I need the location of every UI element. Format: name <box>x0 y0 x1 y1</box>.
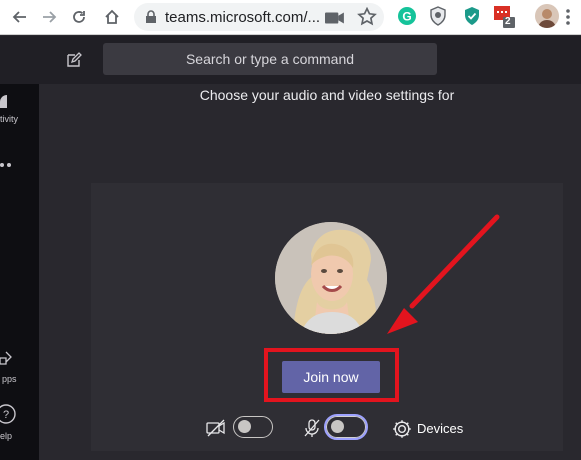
toggle-knob <box>331 420 344 433</box>
microphone-off-icon <box>304 419 320 437</box>
menu-icon[interactable] <box>566 8 570 26</box>
join-now-button[interactable]: Join now <box>282 361 380 393</box>
extension-badge: 2 <box>505 16 511 27</box>
forward-arrow-icon[interactable] <box>37 5 61 29</box>
compose-icon[interactable] <box>66 52 82 73</box>
search-input[interactable]: Search or type a command <box>103 43 437 75</box>
shield-icon[interactable] <box>428 6 448 26</box>
search-placeholder: Search or type a command <box>185 51 355 67</box>
prejoin-screen: Choose your audio and video settings for… <box>39 84 581 460</box>
apps-icon <box>0 351 12 365</box>
extension-icon[interactable]: 2 <box>494 6 515 28</box>
gear-icon[interactable] <box>391 418 413 440</box>
prejoin-title: Choose your audio and video settings for <box>199 87 455 103</box>
toggle-knob <box>238 420 251 433</box>
svg-text:?: ? <box>3 409 9 421</box>
rail-item-label: elp <box>0 431 13 441</box>
url-text: teams.microsoft.com/... <box>165 9 321 26</box>
browser-toolbar: teams.microsoft.com/... G 2 <box>0 0 581 35</box>
svg-text:G: G <box>402 10 411 24</box>
camera-off-icon <box>206 419 225 437</box>
ghostery-icon[interactable] <box>462 6 482 26</box>
back-arrow-icon[interactable] <box>8 5 32 29</box>
help-icon: ? <box>0 404 16 424</box>
home-icon[interactable] <box>100 5 124 29</box>
more-apps-icon[interactable] <box>0 160 39 170</box>
address-bar[interactable]: teams.microsoft.com/... <box>134 3 384 31</box>
rail-item-label: pps <box>2 374 17 384</box>
teams-header: Search or type a command <box>0 36 581 84</box>
reload-icon[interactable] <box>67 5 91 29</box>
microphone-toggle[interactable] <box>324 414 368 440</box>
star-icon[interactable] <box>357 7 377 27</box>
avatar <box>275 222 387 334</box>
bell-icon <box>0 95 7 108</box>
lock-icon <box>146 10 156 23</box>
grammarly-icon[interactable]: G <box>397 6 417 26</box>
camera-toggle[interactable] <box>233 416 273 438</box>
camera-icon[interactable] <box>325 8 345 28</box>
profile-avatar[interactable] <box>535 4 559 28</box>
app-rail: tivity pps ? elp <box>0 84 39 460</box>
rail-item-label: tivity <box>0 114 18 124</box>
devices-button[interactable]: Devices <box>417 421 463 436</box>
